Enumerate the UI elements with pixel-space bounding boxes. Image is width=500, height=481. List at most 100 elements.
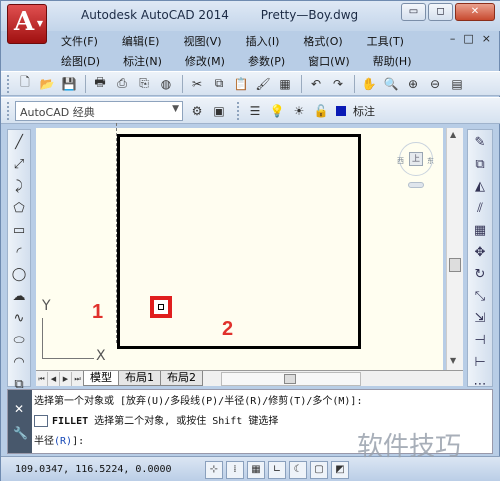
layer-properties-icon[interactable]: ☰ <box>245 101 265 121</box>
object-snap-icon[interactable]: ▢ <box>310 460 328 479</box>
print-preview-icon[interactable]: ⎙ <box>112 74 132 94</box>
stretch-icon[interactable]: ⇲ <box>468 308 492 328</box>
zoom-window-icon[interactable]: ⊕ <box>403 74 423 94</box>
menu-modify[interactable]: 修改(M) <box>183 53 227 69</box>
match-properties-icon[interactable]: 🖌 <box>253 74 273 94</box>
menu-draw[interactable]: 绘图(D) <box>59 53 102 69</box>
scroll-up-icon[interactable]: ▲ <box>450 130 456 139</box>
zoom-previous-icon[interactable]: ⊖ <box>425 74 445 94</box>
arc-icon[interactable]: ◜ <box>8 242 30 262</box>
customize-icon[interactable]: ▣ <box>209 101 229 121</box>
viewcube-ucs-menu[interactable] <box>408 182 424 188</box>
vertical-scrollbar[interactable]: ▲ ▼ <box>446 128 463 370</box>
paste-icon[interactable]: 📋 <box>231 74 251 94</box>
undo-icon[interactable]: ↶ <box>306 74 326 94</box>
zoom-realtime-icon[interactable]: 🔍 <box>381 74 401 94</box>
close-button[interactable]: ✕ <box>455 3 495 21</box>
toolbar-grip[interactable] <box>7 101 11 120</box>
toolbar-grip[interactable] <box>7 74 11 93</box>
rectangle-icon[interactable]: ▭ <box>8 220 30 240</box>
horizontal-scrollbar[interactable] <box>221 371 361 386</box>
layer-freeze-icon[interactable]: ☀ <box>289 101 309 121</box>
block-editor-icon[interactable]: ▦ <box>275 74 295 94</box>
menu-window[interactable]: 窗口(W) <box>306 53 351 69</box>
3d-print-icon[interactable]: ◍ <box>156 74 176 94</box>
ortho-mode-icon[interactable]: ∟ <box>268 460 286 479</box>
doc-close-button[interactable]: × <box>482 32 491 45</box>
command-option-radius[interactable]: (R) <box>54 436 72 447</box>
copy-icon[interactable]: ⧉ <box>209 74 229 94</box>
minimize-button[interactable]: ▭ <box>401 3 426 21</box>
publish-icon[interactable]: ⎘ <box>134 74 154 94</box>
doc-minimize-button[interactable]: – <box>450 32 456 45</box>
application-menu-button[interactable]: A ▼ <box>7 4 47 44</box>
viewcube[interactable]: 上 西 东 <box>397 138 437 196</box>
scale-icon[interactable]: ⤡ <box>468 286 492 306</box>
drawing-area[interactable]: Y X 1 2 上 西 东 <box>36 123 443 370</box>
tab-layout2[interactable]: 布局2 <box>160 371 203 386</box>
menu-parametric[interactable]: 参数(P) <box>246 53 287 69</box>
next-tab-icon[interactable]: ▶ <box>60 371 72 386</box>
array-icon[interactable]: ▦ <box>468 220 492 240</box>
properties-icon[interactable]: ▤ <box>447 74 467 94</box>
extend-icon[interactable]: ⊢ <box>468 352 492 372</box>
workspace-dropdown[interactable]: AutoCAD 经典 ▼ <box>15 100 183 121</box>
menu-edit[interactable]: 编辑(E) <box>120 33 162 49</box>
layer-on-icon[interactable]: 💡 <box>267 101 287 121</box>
workspace-value: AutoCAD 经典 <box>20 105 95 119</box>
cursor-coordinates[interactable]: 109.0347, 116.5224, 0.0000 <box>15 464 205 475</box>
scrollbar-thumb[interactable] <box>449 258 461 272</box>
revision-cloud-icon[interactable]: ☁ <box>8 286 30 306</box>
infer-constraints-icon[interactable]: ⊹ <box>205 460 223 479</box>
wrench-icon[interactable]: 🔧 <box>13 426 28 440</box>
tab-layout1[interactable]: 布局1 <box>118 371 161 386</box>
offset-icon[interactable]: ⫽ <box>468 198 492 218</box>
close-icon[interactable]: ✕ <box>14 402 24 416</box>
toolbar-grip[interactable] <box>237 101 241 120</box>
cut-icon[interactable]: ✂ <box>187 74 207 94</box>
prev-tab-icon[interactable]: ◀ <box>48 371 60 386</box>
layer-name[interactable]: 标注 <box>353 103 375 119</box>
restore-button[interactable]: ◻ <box>428 3 453 21</box>
rotate-icon[interactable]: ↻ <box>468 264 492 284</box>
mirror-icon[interactable]: ◭ <box>468 176 492 196</box>
move-icon[interactable]: ✥ <box>468 242 492 262</box>
snap-mode-icon[interactable]: ⁞ <box>226 460 244 479</box>
first-tab-icon[interactable]: ⏮ <box>36 371 48 386</box>
ellipse-arc-icon[interactable]: ◠ <box>8 352 30 372</box>
scroll-down-icon[interactable]: ▼ <box>450 356 456 365</box>
doc-restore-button[interactable]: □ <box>463 32 473 45</box>
copy-object-icon[interactable]: ⧉ <box>468 154 492 174</box>
polyline-icon[interactable]: ⤸ <box>8 176 30 196</box>
scrollbar-thumb[interactable] <box>284 373 296 384</box>
menu-view[interactable]: 视图(V) <box>181 33 223 49</box>
layer-lock-icon[interactable]: 🔓 <box>311 101 331 121</box>
menu-dimension[interactable]: 标注(N) <box>121 53 164 69</box>
menu-file[interactable]: 文件(F) <box>59 33 100 49</box>
menu-insert[interactable]: 插入(I) <box>244 33 282 49</box>
viewcube-top-face[interactable]: 上 <box>409 152 423 166</box>
workspace-settings-icon[interactable]: ⚙ <box>187 101 207 121</box>
tab-model[interactable]: 模型 <box>83 371 119 386</box>
trim-icon[interactable]: ⊣ <box>468 330 492 350</box>
construction-line-icon[interactable]: ⤢ <box>8 154 30 174</box>
ellipse-icon[interactable]: ⬭ <box>8 330 30 350</box>
save-icon[interactable]: 💾 <box>59 74 79 94</box>
line-icon[interactable]: ╱ <box>8 132 30 152</box>
polar-tracking-icon[interactable]: ☾ <box>289 460 307 479</box>
3d-object-snap-icon[interactable]: ◩ <box>331 460 349 479</box>
polygon-icon[interactable]: ⬠ <box>8 198 30 218</box>
open-file-icon[interactable]: 📂 <box>37 74 57 94</box>
redo-icon[interactable]: ↷ <box>328 74 348 94</box>
pan-icon[interactable]: ✋ <box>359 74 379 94</box>
new-file-icon[interactable]: 🗋 <box>15 74 35 94</box>
menu-tools[interactable]: 工具(T) <box>365 33 406 49</box>
grid-display-icon[interactable]: ▦ <box>247 460 265 479</box>
menu-help[interactable]: 帮助(H) <box>371 53 414 69</box>
circle-icon[interactable]: ◯ <box>8 264 30 284</box>
print-icon[interactable]: 🖶 <box>90 74 110 94</box>
spline-icon[interactable]: ∿ <box>8 308 30 328</box>
erase-icon[interactable]: ✎ <box>468 132 492 152</box>
menu-format[interactable]: 格式(O) <box>301 33 344 49</box>
step-marker-2: 2 <box>222 318 234 340</box>
